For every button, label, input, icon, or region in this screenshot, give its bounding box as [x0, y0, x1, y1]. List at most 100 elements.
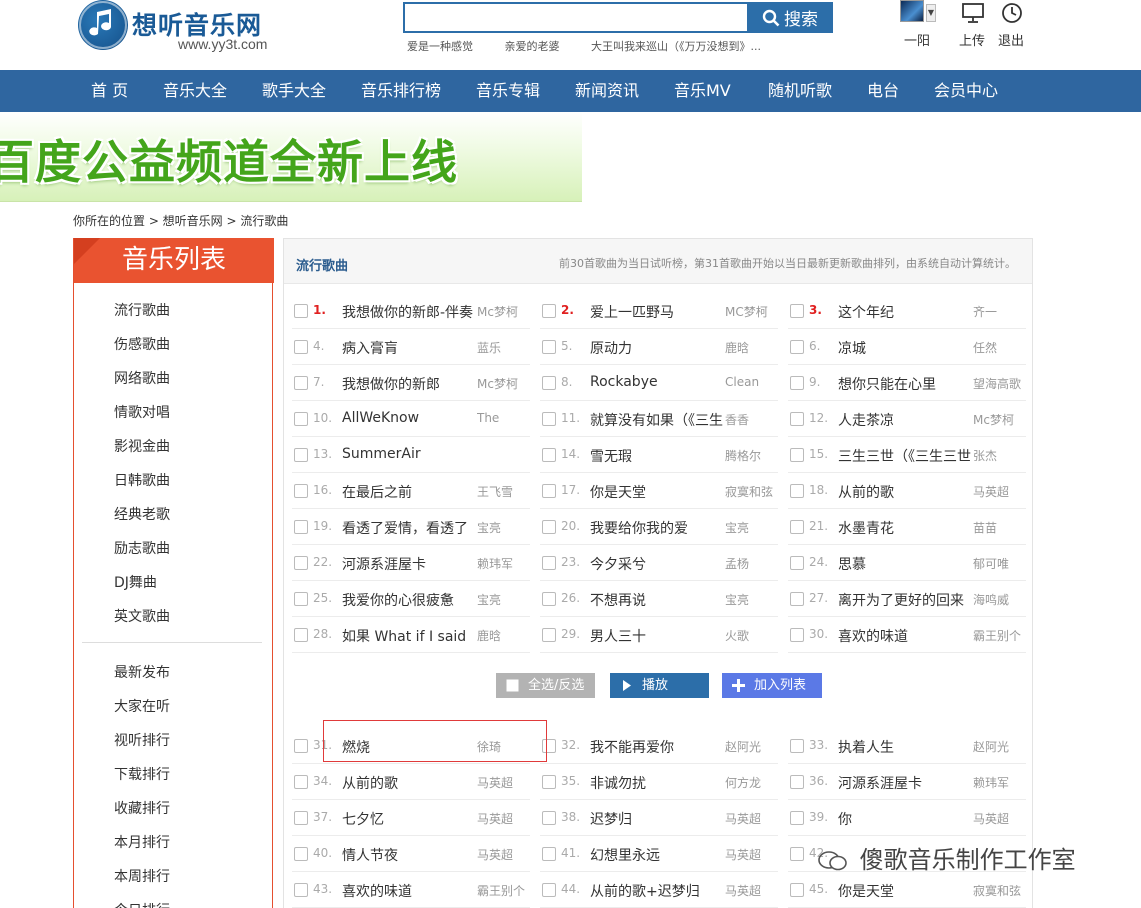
song-checkbox[interactable] [542, 304, 556, 318]
song-title-link[interactable]: 爱上一匹野马 [590, 302, 724, 322]
song-artist-link[interactable]: Clean [725, 375, 775, 389]
song-checkbox[interactable] [294, 376, 308, 390]
song-artist-link[interactable]: 寂寞和弦 [725, 483, 775, 500]
song-title-link[interactable]: 河源系涯屋卡 [342, 554, 476, 574]
song-checkbox[interactable] [294, 484, 308, 498]
song-title-link[interactable]: 你是天堂 [838, 881, 972, 901]
song-title-link[interactable]: 七夕忆 [342, 809, 476, 829]
song-checkbox[interactable] [790, 556, 804, 570]
song-title-link[interactable]: 从前的歌+迟梦归 [590, 881, 724, 901]
song-artist-link[interactable]: 宝亮 [477, 519, 527, 536]
select-all-button[interactable]: 全选/反选 [496, 673, 595, 698]
song-title-link[interactable]: 今夕采兮 [590, 554, 724, 574]
play-button[interactable]: 播放 [610, 673, 709, 698]
song-artist-link[interactable]: 宝亮 [725, 591, 775, 608]
song-artist-link[interactable]: 鹿晗 [477, 627, 527, 644]
song-checkbox[interactable] [790, 304, 804, 318]
song-artist-link[interactable]: 霸王别个 [477, 882, 527, 899]
song-checkbox[interactable] [294, 811, 308, 825]
song-checkbox[interactable] [294, 556, 308, 570]
nav-item-mv[interactable]: 音乐MV [674, 70, 731, 112]
song-artist-link[interactable]: 鹿晗 [725, 339, 775, 356]
nav-item-singers[interactable]: 歌手大全 [262, 70, 326, 112]
song-title-link[interactable]: 凉城 [838, 338, 972, 358]
song-artist-link[interactable]: 何方龙 [725, 774, 775, 791]
song-title-link[interactable]: 执着人生 [838, 737, 972, 757]
song-title-link[interactable]: 迟梦归 [590, 809, 724, 829]
nav-item-news[interactable]: 新闻资讯 [575, 70, 639, 112]
song-artist-link[interactable]: MC梦柯 [725, 303, 775, 320]
song-title-link[interactable]: 河源系涯屋卡 [838, 773, 972, 793]
song-artist-link[interactable]: 海鸣威 [973, 591, 1023, 608]
song-artist-link[interactable]: 赵阿光 [725, 738, 775, 755]
song-checkbox[interactable] [790, 883, 804, 897]
song-artist-link[interactable]: 马英超 [725, 810, 775, 827]
sidebar-item[interactable]: 收藏排行 [114, 798, 170, 818]
song-title-link[interactable]: 情人节夜 [342, 845, 476, 865]
song-checkbox[interactable] [542, 520, 556, 534]
upload-link[interactable]: 上传 [959, 30, 985, 49]
song-artist-link[interactable]: 苗苗 [973, 519, 1023, 536]
song-title-link[interactable]: 三生三世（《三生三世 [838, 446, 972, 466]
song-artist-link[interactable]: 香香 [725, 411, 775, 428]
song-title-link[interactable]: 病入膏肓 [342, 338, 476, 358]
song-checkbox[interactable] [542, 484, 556, 498]
song-checkbox[interactable] [542, 556, 556, 570]
song-checkbox[interactable] [542, 412, 556, 426]
song-title-link[interactable]: 你是天堂 [590, 482, 724, 502]
hotword-link[interactable]: 亲爱的老婆 [505, 40, 560, 53]
sidebar-item[interactable]: 下载排行 [114, 764, 170, 784]
song-title-link[interactable]: 人走茶凉 [838, 410, 972, 430]
username[interactable]: 一阳 [904, 30, 930, 49]
hotword-link[interactable]: 爱是一种感觉 [407, 40, 473, 53]
song-checkbox[interactable] [294, 448, 308, 462]
song-title-link[interactable]: 水墨青花 [838, 518, 972, 538]
song-title-link[interactable]: 雪无瑕 [590, 446, 724, 466]
song-title-link[interactable]: 在最后之前 [342, 482, 476, 502]
song-checkbox[interactable] [294, 739, 308, 753]
song-checkbox[interactable] [790, 412, 804, 426]
song-artist-link[interactable]: 马英超 [477, 774, 527, 791]
sidebar-item[interactable]: 日韩歌曲 [114, 470, 170, 490]
song-artist-link[interactable]: 寂寞和弦 [973, 882, 1023, 899]
song-artist-link[interactable]: 宝亮 [725, 519, 775, 536]
song-artist-link[interactable]: Mc梦柯 [477, 303, 527, 320]
search-button[interactable]: 搜索 [747, 2, 833, 33]
sidebar-item[interactable]: DJ舞曲 [114, 572, 157, 592]
song-title-link[interactable]: SummerAir [342, 446, 476, 462]
song-checkbox[interactable] [294, 592, 308, 606]
song-title-link[interactable]: 从前的歌 [838, 482, 972, 502]
logout-link[interactable]: 退出 [998, 30, 1024, 49]
song-checkbox[interactable] [294, 775, 308, 789]
song-checkbox[interactable] [790, 340, 804, 354]
sidebar-item[interactable]: 大家在听 [114, 696, 170, 716]
song-artist-link[interactable]: 马英超 [725, 846, 775, 863]
sidebar-item[interactable]: 经典老歌 [114, 504, 170, 524]
song-artist-link[interactable]: 任然 [973, 339, 1023, 356]
song-checkbox[interactable] [790, 739, 804, 753]
song-checkbox[interactable] [294, 847, 308, 861]
song-checkbox[interactable] [790, 448, 804, 462]
nav-item-music[interactable]: 音乐大全 [163, 70, 227, 112]
sidebar-item[interactable]: 今日排行 [114, 900, 170, 908]
song-checkbox[interactable] [542, 592, 556, 606]
sidebar-item[interactable]: 视听排行 [114, 730, 170, 750]
avatar[interactable] [900, 0, 924, 22]
song-checkbox[interactable] [542, 376, 556, 390]
song-checkbox[interactable] [542, 448, 556, 462]
song-artist-link[interactable]: The [477, 411, 527, 425]
song-artist-link[interactable]: 马英超 [477, 846, 527, 863]
song-artist-link[interactable]: 赖玮军 [477, 555, 527, 572]
song-title-link[interactable]: 想你只能在心里 [838, 374, 972, 394]
nav-item-albums[interactable]: 音乐专辑 [476, 70, 540, 112]
song-title-link[interactable]: 你 [838, 809, 972, 829]
nav-item-home[interactable]: 首 页 [91, 70, 128, 112]
monitor-icon[interactable] [961, 2, 985, 24]
song-title-link[interactable]: 喜欢的味道 [342, 881, 476, 901]
search-input[interactable] [403, 2, 748, 33]
site-logo[interactable]: 想听音乐网 www.yy3t.com [78, 0, 288, 60]
song-artist-link[interactable]: 蓝乐 [477, 339, 527, 356]
song-checkbox[interactable] [542, 775, 556, 789]
song-artist-link[interactable]: 马英超 [725, 882, 775, 899]
song-title-link[interactable]: 非诚勿扰 [590, 773, 724, 793]
